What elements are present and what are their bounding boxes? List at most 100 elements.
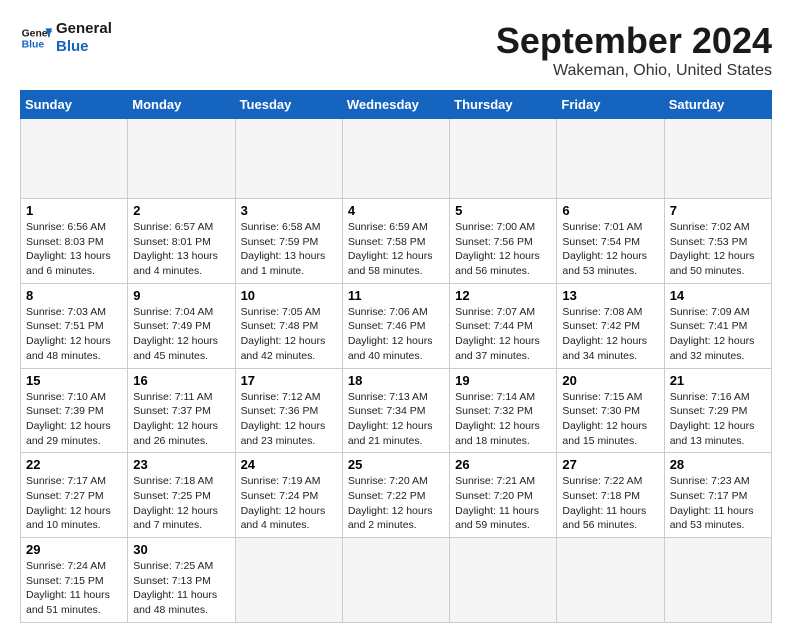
day-number: 12 (455, 288, 551, 303)
table-row (664, 538, 771, 623)
table-row: 30 Sunrise: 7:25 AMSunset: 7:13 PMDayligh… (128, 538, 235, 623)
day-info: Sunrise: 7:22 AMSunset: 7:18 PMDaylight:… (562, 474, 658, 533)
day-number: 27 (562, 457, 658, 472)
calendar-week-row: 22 Sunrise: 7:17 AMSunset: 7:27 PMDayligh… (21, 453, 772, 538)
day-info: Sunrise: 6:59 AMSunset: 7:58 PMDaylight:… (348, 220, 444, 279)
calendar-week-row: 8 Sunrise: 7:03 AMSunset: 7:51 PMDaylight… (21, 283, 772, 368)
day-info: Sunrise: 7:18 AMSunset: 7:25 PMDaylight:… (133, 474, 229, 533)
logo-line1: General (56, 20, 112, 38)
table-row: 24 Sunrise: 7:19 AMSunset: 7:24 PMDayligh… (235, 453, 342, 538)
table-row (664, 119, 771, 199)
header-sunday: Sunday (21, 91, 128, 119)
table-row: 22 Sunrise: 7:17 AMSunset: 7:27 PMDayligh… (21, 453, 128, 538)
table-row: 2 Sunrise: 6:57 AMSunset: 8:01 PMDaylight… (128, 199, 235, 284)
table-row: 14 Sunrise: 7:09 AMSunset: 7:41 PMDayligh… (664, 283, 771, 368)
day-info: Sunrise: 7:10 AMSunset: 7:39 PMDaylight:… (26, 390, 122, 449)
day-info: Sunrise: 7:16 AMSunset: 7:29 PMDaylight:… (670, 390, 766, 449)
day-number: 14 (670, 288, 766, 303)
table-row: 18 Sunrise: 7:13 AMSunset: 7:34 PMDayligh… (342, 368, 449, 453)
day-info: Sunrise: 7:06 AMSunset: 7:46 PMDaylight:… (348, 305, 444, 364)
table-row: 7Sunrise: 7:02 AMSunset: 7:53 PMDaylight… (664, 199, 771, 284)
calendar-week-row: 29 Sunrise: 7:24 AMSunset: 7:15 PMDayligh… (21, 538, 772, 623)
header-tuesday: Tuesday (235, 91, 342, 119)
table-row (342, 538, 449, 623)
day-info: Sunrise: 7:00 AMSunset: 7:56 PMDaylight:… (455, 220, 551, 279)
header-friday: Friday (557, 91, 664, 119)
calendar-header-row: Sunday Monday Tuesday Wednesday Thursday… (21, 91, 772, 119)
logo-icon: General Blue (20, 22, 52, 54)
day-number: 7 (670, 203, 766, 218)
day-number: 19 (455, 373, 551, 388)
day-info: Sunrise: 7:19 AMSunset: 7:24 PMDaylight:… (241, 474, 337, 533)
location-title: Wakeman, Ohio, United States (496, 62, 772, 80)
day-info: Sunrise: 7:09 AMSunset: 7:41 PMDaylight:… (670, 305, 766, 364)
table-row (128, 119, 235, 199)
day-info: Sunrise: 7:14 AMSunset: 7:32 PMDaylight:… (455, 390, 551, 449)
day-number: 29 (26, 542, 122, 557)
day-number: 24 (241, 457, 337, 472)
day-number: 17 (241, 373, 337, 388)
day-number: 4 (348, 203, 444, 218)
table-row (450, 538, 557, 623)
day-number: 30 (133, 542, 229, 557)
table-row: 3 Sunrise: 6:58 AMSunset: 7:59 PMDaylight… (235, 199, 342, 284)
day-info: Sunrise: 7:03 AMSunset: 7:51 PMDaylight:… (26, 305, 122, 364)
day-info: Sunrise: 7:21 AMSunset: 7:20 PMDaylight:… (455, 474, 551, 533)
logo: General Blue General Blue (20, 20, 112, 56)
day-number: 8 (26, 288, 122, 303)
table-row: 9 Sunrise: 7:04 AMSunset: 7:49 PMDaylight… (128, 283, 235, 368)
table-row: 26 Sunrise: 7:21 AMSunset: 7:20 PMDayligh… (450, 453, 557, 538)
table-row: 8 Sunrise: 7:03 AMSunset: 7:51 PMDaylight… (21, 283, 128, 368)
day-number: 13 (562, 288, 658, 303)
day-info: Sunrise: 7:04 AMSunset: 7:49 PMDaylight:… (133, 305, 229, 364)
day-number: 11 (348, 288, 444, 303)
day-number: 9 (133, 288, 229, 303)
table-row: 17 Sunrise: 7:12 AMSunset: 7:36 PMDayligh… (235, 368, 342, 453)
day-number: 2 (133, 203, 229, 218)
day-number: 6 (562, 203, 658, 218)
table-row: 4 Sunrise: 6:59 AMSunset: 7:58 PMDaylight… (342, 199, 449, 284)
table-row (557, 119, 664, 199)
day-info: Sunrise: 7:01 AMSunset: 7:54 PMDaylight:… (562, 220, 658, 279)
table-row (235, 538, 342, 623)
table-row: 11 Sunrise: 7:06 AMSunset: 7:46 PMDayligh… (342, 283, 449, 368)
day-number: 5 (455, 203, 551, 218)
table-row: 19 Sunrise: 7:14 AMSunset: 7:32 PMDayligh… (450, 368, 557, 453)
table-row: 15 Sunrise: 7:10 AMSunset: 7:39 PMDayligh… (21, 368, 128, 453)
day-info: Sunrise: 7:24 AMSunset: 7:15 PMDaylight:… (26, 559, 122, 618)
day-number: 21 (670, 373, 766, 388)
svg-text:Blue: Blue (22, 40, 45, 51)
month-title: September 2024 (496, 20, 772, 62)
day-number: 18 (348, 373, 444, 388)
day-number: 3 (241, 203, 337, 218)
header-thursday: Thursday (450, 91, 557, 119)
day-info: Sunrise: 6:56 AMSunset: 8:03 PMDaylight:… (26, 220, 122, 279)
day-info: Sunrise: 6:57 AMSunset: 8:01 PMDaylight:… (133, 220, 229, 279)
table-row (557, 538, 664, 623)
day-number: 23 (133, 457, 229, 472)
calendar-week-row (21, 119, 772, 199)
logo-line2: Blue (56, 38, 112, 56)
day-info: Sunrise: 7:23 AMSunset: 7:17 PMDaylight:… (670, 474, 766, 533)
day-number: 15 (26, 373, 122, 388)
day-number: 22 (26, 457, 122, 472)
header-wednesday: Wednesday (342, 91, 449, 119)
table-row: 21 Sunrise: 7:16 AMSunset: 7:29 PMDayligh… (664, 368, 771, 453)
day-number: 26 (455, 457, 551, 472)
header-saturday: Saturday (664, 91, 771, 119)
day-info: Sunrise: 7:25 AMSunset: 7:13 PMDaylight:… (133, 559, 229, 618)
day-info: Sunrise: 7:13 AMSunset: 7:34 PMDaylight:… (348, 390, 444, 449)
day-info: Sunrise: 7:20 AMSunset: 7:22 PMDaylight:… (348, 474, 444, 533)
day-info: Sunrise: 7:05 AMSunset: 7:48 PMDaylight:… (241, 305, 337, 364)
table-row: 28Sunrise: 7:23 AMSunset: 7:17 PMDayligh… (664, 453, 771, 538)
table-row (450, 119, 557, 199)
day-number: 25 (348, 457, 444, 472)
table-row (235, 119, 342, 199)
day-info: Sunrise: 6:58 AMSunset: 7:59 PMDaylight:… (241, 220, 337, 279)
table-row: 16Sunrise: 7:11 AMSunset: 7:37 PMDayligh… (128, 368, 235, 453)
table-row (342, 119, 449, 199)
title-block: September 2024 Wakeman, Ohio, United Sta… (496, 20, 772, 80)
day-info: Sunrise: 7:17 AMSunset: 7:27 PMDaylight:… (26, 474, 122, 533)
day-info: Sunrise: 7:12 AMSunset: 7:36 PMDaylight:… (241, 390, 337, 449)
table-row: 29 Sunrise: 7:24 AMSunset: 7:15 PMDayligh… (21, 538, 128, 623)
